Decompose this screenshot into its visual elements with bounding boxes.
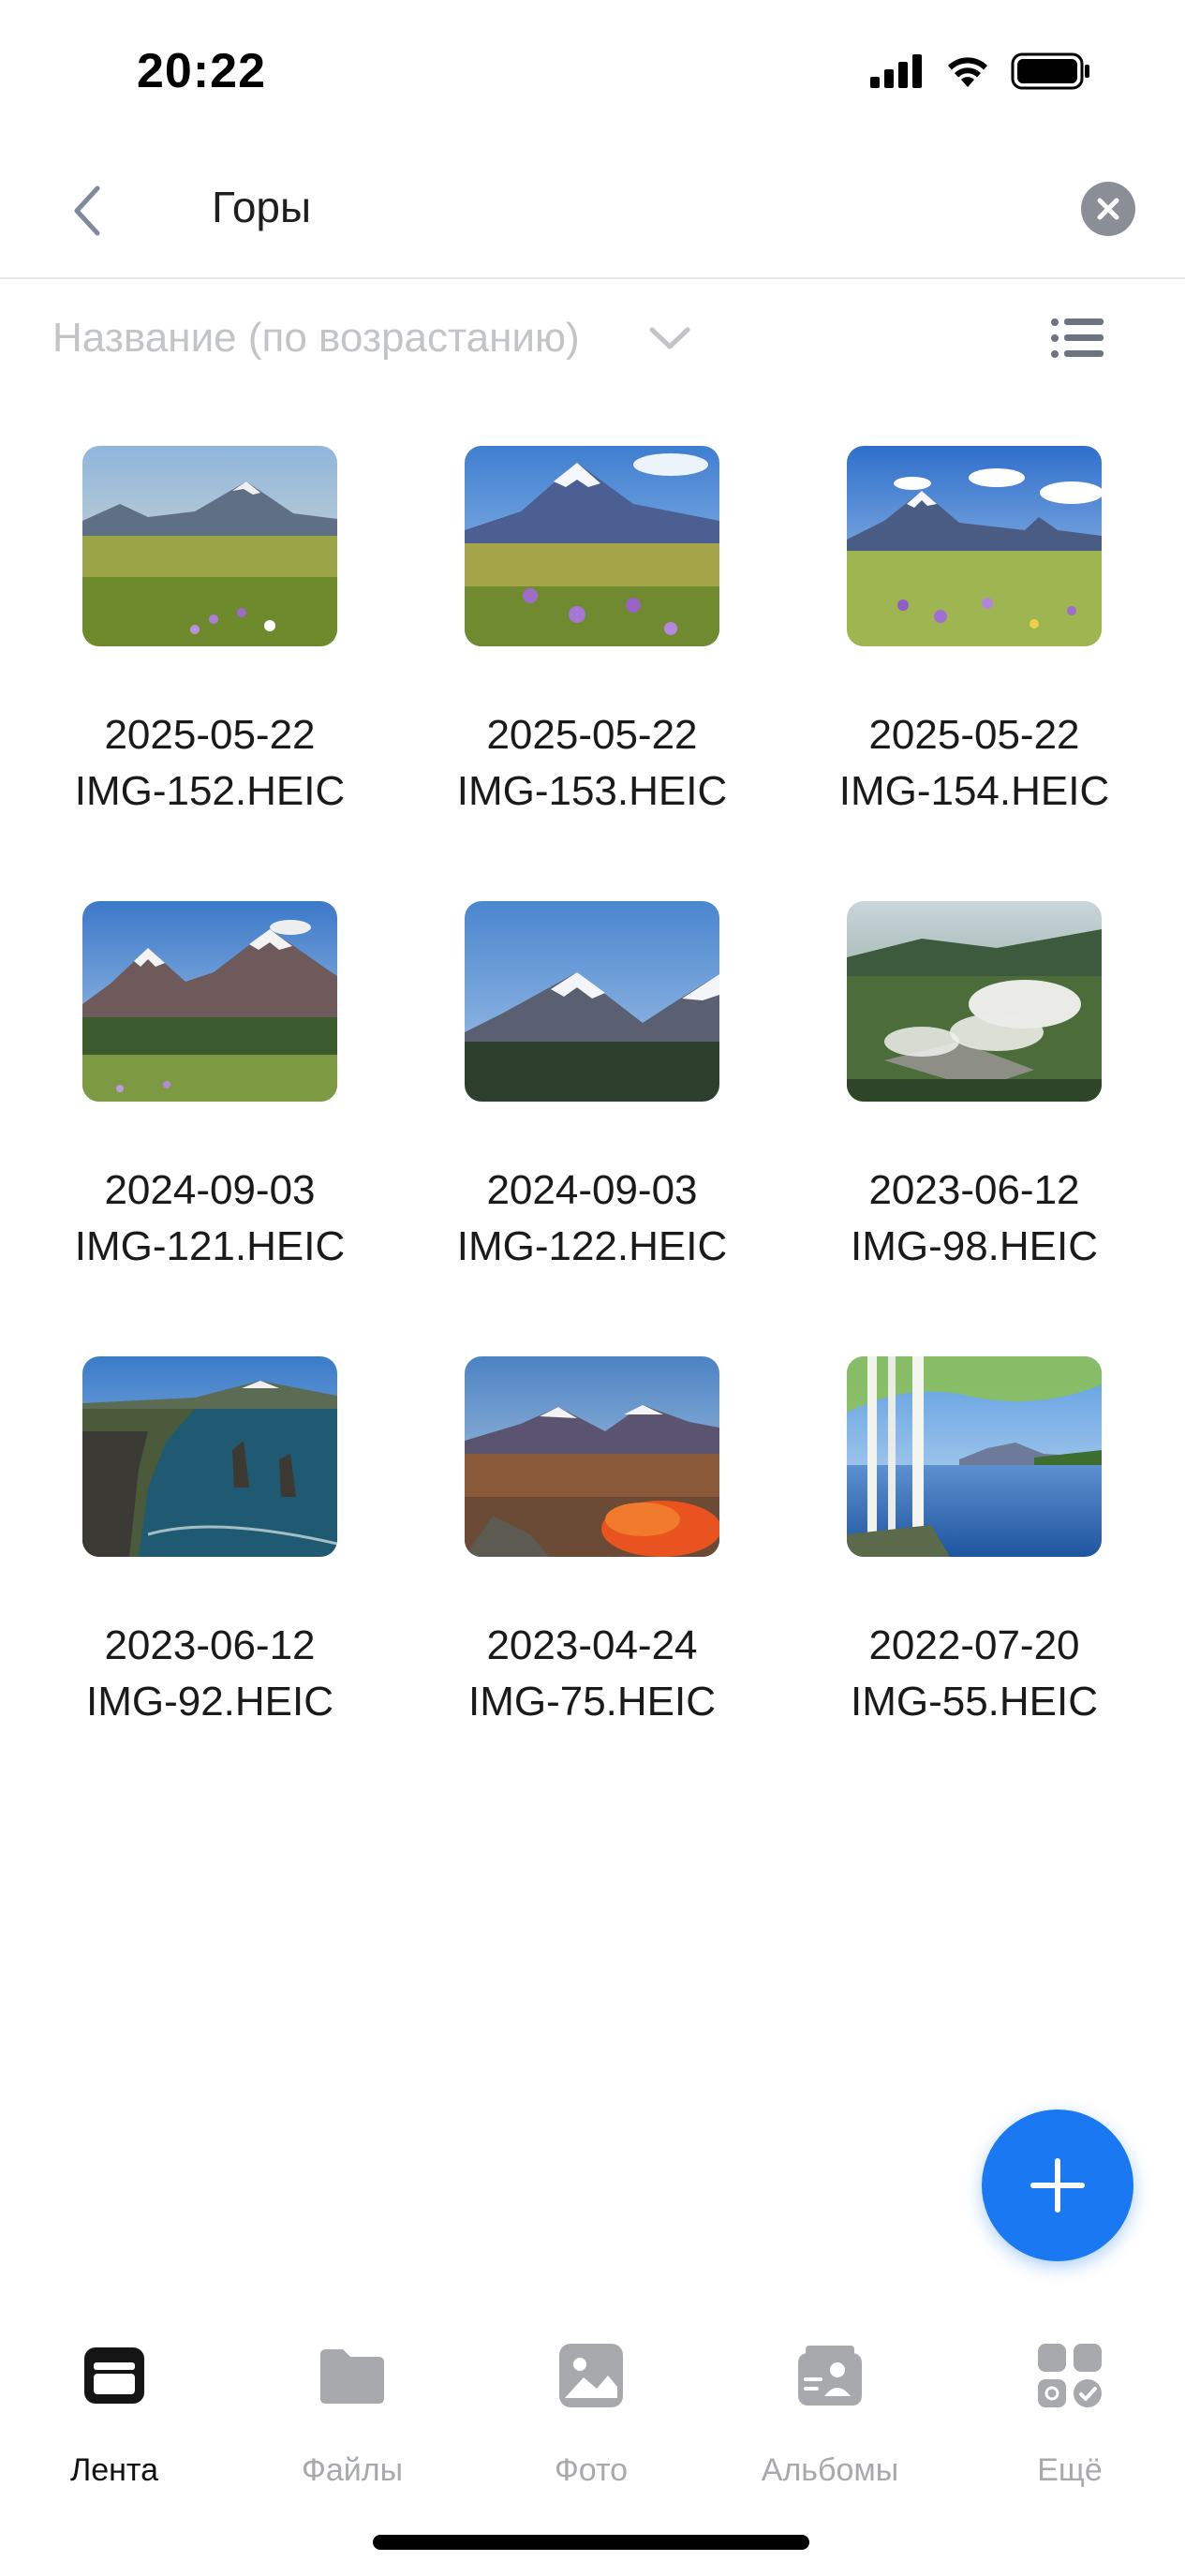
albums-icon xyxy=(798,2346,862,2406)
tab-more[interactable]: Ещё xyxy=(976,2342,1163,2488)
feed-icon xyxy=(84,2347,144,2404)
folder-icon xyxy=(320,2349,384,2404)
search-input[interactable]: Горы xyxy=(212,182,311,232)
photo-tile[interactable]: 2023-06-12 IMG-98.HEIC xyxy=(824,896,1124,1308)
photo-thumbnail[interactable] xyxy=(82,901,337,1102)
home-indicator xyxy=(373,2535,809,2550)
clear-search-button[interactable] xyxy=(1081,182,1135,236)
search-header: Горы xyxy=(0,141,1185,279)
photo-tile[interactable]: 2024-09-03 IMG-121.HEIC xyxy=(60,896,360,1308)
tab-label: Ещё xyxy=(1037,2452,1103,2488)
photo-thumbnail[interactable] xyxy=(465,446,719,646)
photo-filename: IMG-92.HEIC xyxy=(85,1679,334,1725)
photo-date: 2023-06-12 xyxy=(868,1167,1080,1213)
sort-dropdown[interactable]: Название (по возрастанию) xyxy=(52,315,580,362)
photo-icon xyxy=(559,2344,623,2407)
photo-filename: IMG-55.HEIC xyxy=(850,1679,1099,1725)
status-time: 20:22 xyxy=(137,44,266,98)
tab-label: Файлы xyxy=(301,2452,404,2488)
photo-tile[interactable]: 2025-05-22 IMG-153.HEIC xyxy=(442,440,742,852)
photo-filename: IMG-154.HEIC xyxy=(838,768,1110,814)
photo-tile[interactable]: 2024-09-03 IMG-122.HEIC xyxy=(442,896,742,1308)
tab-label: Лента xyxy=(69,2452,159,2488)
photo-date: 2023-06-12 xyxy=(104,1622,316,1668)
list-view-icon[interactable] xyxy=(1049,315,1105,362)
photo-filename: IMG-152.HEIC xyxy=(74,768,346,814)
tab-label: Фото xyxy=(554,2452,629,2488)
photo-date: 2025-05-22 xyxy=(868,712,1080,758)
photo-tile[interactable]: 2022-07-20 IMG-55.HEIC xyxy=(824,1351,1124,1763)
photo-date: 2025-05-22 xyxy=(104,712,316,758)
chevron-down-icon[interactable] xyxy=(646,320,693,358)
photo-tile[interactable]: 2023-06-12 IMG-92.HEIC xyxy=(60,1351,360,1763)
photo-filename: IMG-153.HEIC xyxy=(456,768,728,814)
tab-albums[interactable]: Альбомы xyxy=(736,2342,924,2488)
add-button[interactable] xyxy=(982,2110,1133,2261)
wifi-icon xyxy=(948,57,987,87)
photo-tile[interactable]: 2025-05-22 IMG-152.HEIC xyxy=(60,440,360,852)
photo-thumbnail[interactable] xyxy=(847,901,1102,1102)
battery-icon xyxy=(1011,52,1089,90)
photo-thumbnail[interactable] xyxy=(465,901,719,1102)
photo-date: 2023-04-24 xyxy=(486,1622,698,1668)
photo-filename: IMG-122.HEIC xyxy=(456,1223,728,1269)
chevron-left-icon xyxy=(74,185,100,236)
more-icon xyxy=(1038,2344,1102,2407)
status-bar: 20:22 xyxy=(0,0,1185,141)
photo-filename: IMG-98.HEIC xyxy=(850,1223,1099,1269)
photo-date: 2024-09-03 xyxy=(104,1167,316,1213)
photo-thumbnail[interactable] xyxy=(847,446,1102,646)
photo-filename: IMG-121.HEIC xyxy=(74,1223,346,1269)
photo-filename: IMG-75.HEIC xyxy=(467,1679,717,1725)
close-icon xyxy=(1097,198,1119,220)
tab-files[interactable]: Файлы xyxy=(259,2342,446,2488)
sort-row: Название (по возрастанию) xyxy=(0,281,1185,403)
photo-date: 2022-07-20 xyxy=(868,1622,1080,1668)
tab-label: Альбомы xyxy=(761,2452,899,2488)
tab-feed[interactable]: Лента xyxy=(21,2342,208,2488)
signal-icon xyxy=(870,54,922,88)
photo-date: 2024-09-03 xyxy=(486,1167,698,1213)
photo-thumbnail[interactable] xyxy=(847,1356,1102,1557)
tab-photos[interactable]: Фото xyxy=(497,2342,685,2488)
photo-thumbnail[interactable] xyxy=(465,1356,719,1557)
back-button[interactable] xyxy=(58,178,114,244)
photo-thumbnail[interactable] xyxy=(82,446,337,646)
status-icons xyxy=(870,52,1091,90)
tab-bar: Лента Файлы Фото Альбомы Ещё xyxy=(0,2314,1185,2501)
photo-tile[interactable]: 2023-04-24 IMG-75.HEIC xyxy=(442,1351,742,1763)
photo-thumbnail[interactable] xyxy=(82,1356,337,1557)
photo-date: 2025-05-22 xyxy=(486,712,698,758)
photo-tile[interactable]: 2025-05-22 IMG-154.HEIC xyxy=(824,440,1124,852)
plus-icon xyxy=(1030,2158,1085,2213)
